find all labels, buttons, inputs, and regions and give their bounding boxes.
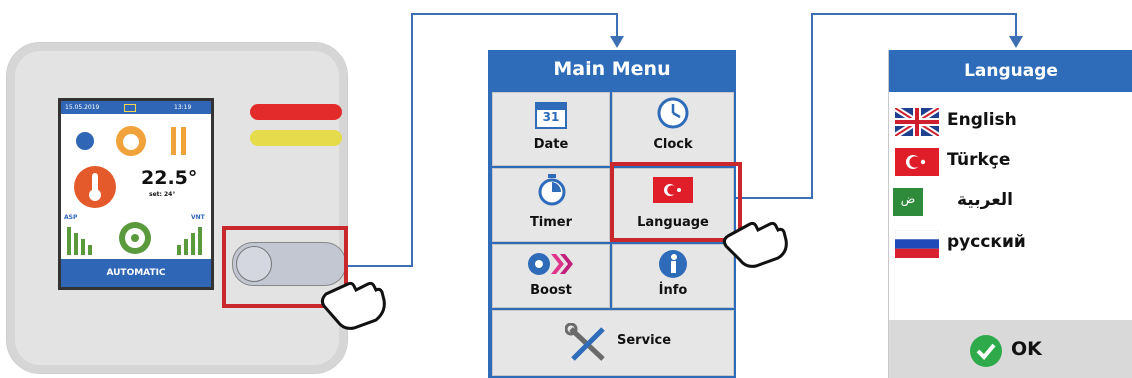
language-title: Language [889,50,1132,92]
menu-item-timer[interactable]: Timer [492,168,610,242]
ok-button[interactable]: OK [1011,338,1042,360]
status-time: 13:19 [174,104,192,111]
menu-item-clock[interactable]: Clock [612,92,734,166]
russia-flag-icon [895,230,939,258]
language-option-turkish[interactable]: Türkçe [947,150,1010,170]
status-indicator-icon [124,104,136,112]
turkey-flag-icon [895,148,939,176]
fan-level-row [67,222,202,255]
hand-pointer-icon [722,221,788,268]
mode-label: AUTOMATIC [61,259,211,287]
menu-item-date[interactable]: 31 Date [492,92,610,166]
arabic-flag-text: ض [900,192,916,206]
menu-item-label: Service [617,333,672,348]
boost-icon [528,253,573,275]
menu-item-info[interactable]: İnfo [612,244,734,308]
red-indicator-led [250,104,342,120]
menu-item-label: İnfo [658,283,688,298]
device-screen: 15.05.2019 13:19 22.5° set: 24° ASP VNT … [58,98,214,290]
service-tools-icon [565,323,605,361]
signal-bars-left-icon [67,227,92,255]
hand-pointer-icon [320,281,386,330]
yellow-indicator-led [250,130,342,146]
status-date: 15.05.2019 [65,104,100,111]
menu-item-label: Timer [529,215,573,230]
menu-item-service[interactable]: Service [492,310,734,376]
menu-item-label: Clock [653,137,693,152]
language-option-russian[interactable]: русский [947,232,1026,252]
signal-bars-right-icon [177,227,202,255]
uk-flag-icon [895,108,939,136]
info-icon [659,250,687,278]
thermometer-icon [74,166,116,208]
clock-icon [657,97,689,129]
language-panel: Language English Türkçe العربية ض русски… [888,50,1132,378]
snowflake-icon [76,132,94,150]
device-status-bar: 15.05.2019 13:19 [61,101,211,114]
ok-check-icon[interactable] [969,334,1003,368]
temperature-reading: 22.5° [141,167,198,189]
device-top-icons [76,126,186,156]
timer-icon [538,174,566,206]
calendar-icon-text: 31 [542,110,560,124]
setpoint-reading: set: 24° [149,191,176,198]
menu-item-label: Boost [530,283,572,298]
language-option-english[interactable]: English [947,110,1017,130]
main-menu-title: Main Menu [553,58,671,80]
menu-item-boost[interactable]: Boost [492,244,610,308]
menu-item-label: Date [533,137,569,152]
language-option-arabic[interactable]: العربية [957,190,1013,210]
heater-icon [171,127,176,155]
